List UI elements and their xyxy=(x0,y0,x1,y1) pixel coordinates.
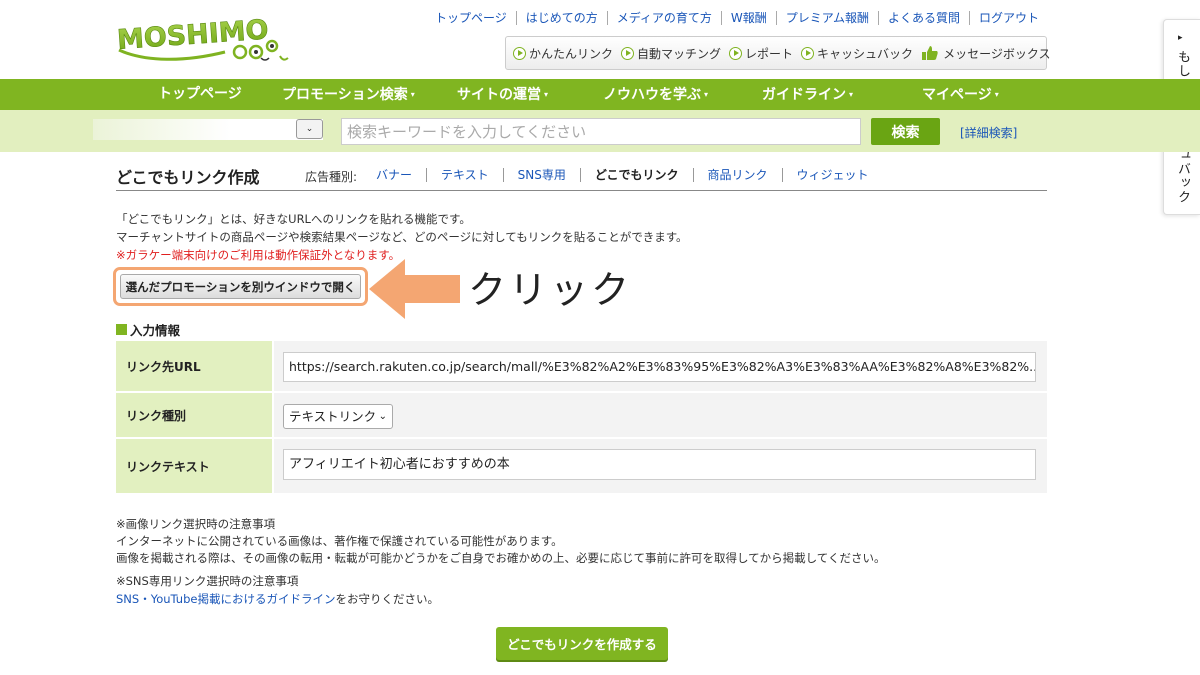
nav-site-management[interactable]: サイトの運営 ▾ xyxy=(457,79,548,110)
arrow-left-icon xyxy=(369,259,460,319)
chevron-down-icon: ⌄ xyxy=(378,411,387,422)
caret-down-icon: ▾ xyxy=(704,90,709,99)
side-tab-arrow-icon: ▸ xyxy=(1178,33,1183,43)
top-link-logout[interactable]: ログアウト xyxy=(968,11,1048,25)
description-line-2: マーチャントサイトの商品ページや検索結果ページなど、どのページに対してもリンクを… xyxy=(116,230,688,244)
play-circle-icon xyxy=(729,46,743,60)
chevron-down-icon[interactable]: ⌄ xyxy=(296,119,323,139)
quick-link-easy[interactable]: かんたんリンク xyxy=(513,45,613,62)
page-title: どこでもリンク作成 xyxy=(116,168,260,187)
green-square-icon xyxy=(116,324,127,335)
nav-top[interactable]: トップページ xyxy=(158,79,242,110)
nav-knowhow[interactable]: ノウハウを学ぶ ▾ xyxy=(603,79,708,110)
top-link-faq[interactable]: よくある質問 xyxy=(877,11,969,25)
caret-down-icon: ▾ xyxy=(994,90,999,99)
form-row-link-type: リンク種別 テキストリンク ⌄ xyxy=(116,393,1047,439)
search-button[interactable]: 検索 xyxy=(871,118,940,145)
form-row-link-text: リンクテキスト アフィリエイト初心者におすすめの本 xyxy=(116,439,1047,493)
play-circle-icon xyxy=(801,46,815,60)
tab-widget[interactable]: ウィジェット xyxy=(781,168,883,182)
ad-type-tabs: バナー テキスト SNS専用 どこでもリンク 商品リンク ウィジェット xyxy=(362,168,883,182)
tab-dokodemo-link[interactable]: どこでもリンク xyxy=(579,168,693,182)
top-link-beginners[interactable]: はじめての方 xyxy=(515,11,607,25)
input-form-table: リンク先URL https://search.rakuten.co.jp/sea… xyxy=(116,341,1047,493)
search-category-select[interactable] xyxy=(93,119,323,140)
image-note-title: ※画像リンク選択時の注意事項 xyxy=(116,517,276,531)
sns-note-title: ※SNS専用リンク選択時の注意事項 xyxy=(116,574,299,588)
moshimo-logo[interactable]: MOSHIMO xyxy=(115,12,290,68)
label-link-text: リンクテキスト xyxy=(116,439,272,493)
description-line-1: 「どこでもリンク」とは、好きなURLへのリンクを貼れる機能です。 xyxy=(116,212,471,226)
message-box-link[interactable]: メッセージボックス xyxy=(921,45,1050,62)
open-window-highlight: 選んだプロモーションを別ウインドウで開く xyxy=(113,267,368,306)
image-note-line-2: 画像を掲載される際は、その画像の転用・転載が可能かどうかをご自身でお確かめの上、… xyxy=(116,551,886,565)
tab-banner[interactable]: バナー xyxy=(362,168,426,182)
caret-down-icon: ▾ xyxy=(544,90,549,99)
ad-type-label: 広告種別: xyxy=(305,170,358,184)
nav-promotion-search[interactable]: プロモーション検索 ▾ xyxy=(282,79,415,110)
tab-text[interactable]: テキスト xyxy=(426,168,503,182)
search-bar: ⌄ 検索 [詳細検索] xyxy=(0,110,1200,152)
top-link-w-reward[interactable]: W報酬 xyxy=(720,11,776,25)
title-divider xyxy=(116,190,1047,191)
top-link-premium[interactable]: プレミアム報酬 xyxy=(775,11,878,25)
advanced-search-link[interactable]: [詳細検索] xyxy=(960,124,1017,141)
caret-down-icon: ▾ xyxy=(410,90,415,99)
sns-note-line: SNS・YouTube掲載におけるガイドラインをお守りください。 xyxy=(116,592,439,606)
top-links: トップページ はじめての方 メディアの育て方 W報酬 プレミアム報酬 よくある質… xyxy=(426,11,1048,25)
nav-mypage[interactable]: マイページ ▾ xyxy=(922,79,999,110)
play-circle-icon xyxy=(513,46,526,60)
form-row-url: リンク先URL https://search.rakuten.co.jp/sea… xyxy=(116,341,1047,393)
tab-product-link[interactable]: 商品リンク xyxy=(692,168,782,182)
quick-link-report[interactable]: レポート xyxy=(729,45,793,62)
sns-guideline-link[interactable]: SNS・YouTube掲載におけるガイドライン xyxy=(116,592,335,606)
main-nav: トップページ プロモーション検索 ▾ サイトの運営 ▾ ノウハウを学ぶ ▾ ガイドライ… xyxy=(0,79,1200,110)
image-note-line-1: インターネットに公開されている画像は、著作権で保護されている可能性があります。 xyxy=(116,534,563,548)
quick-links-box: かんたんリンク 自動マッチング レポート キャッシュバック メッセージボックス xyxy=(505,36,1050,70)
create-link-button[interactable]: どこでもリンクを作成する xyxy=(496,627,668,660)
open-window-button[interactable]: 選んだプロモーションを別ウインドウで開く xyxy=(120,274,361,299)
link-url-field[interactable]: https://search.rakuten.co.jp/search/mall… xyxy=(283,352,1036,382)
search-input[interactable] xyxy=(341,118,861,145)
label-link-url: リンク先URL xyxy=(116,341,272,391)
click-annotation: クリック xyxy=(468,268,633,312)
input-section-heading: 入力情報 xyxy=(116,320,180,339)
link-text-field[interactable]: アフィリエイト初心者におすすめの本 xyxy=(283,449,1036,480)
thumbs-up-icon xyxy=(922,46,938,60)
top-link-media[interactable]: メディアの育て方 xyxy=(606,11,721,25)
caret-down-icon: ▾ xyxy=(849,90,854,99)
warning-text: ※ガラケー端末向けのご利用は動作保証外となります。 xyxy=(116,248,401,262)
quick-link-matching[interactable]: 自動マッチング xyxy=(621,45,721,62)
quick-link-cashback[interactable]: キャッシュバック xyxy=(801,45,913,62)
tab-sns[interactable]: SNS専用 xyxy=(502,168,580,182)
top-link-top[interactable]: トップページ xyxy=(426,11,516,25)
play-circle-icon xyxy=(621,46,635,60)
link-type-select[interactable]: テキストリンク ⌄ xyxy=(283,404,393,429)
nav-guideline[interactable]: ガイドライン ▾ xyxy=(762,79,853,110)
label-link-type: リンク種別 xyxy=(116,393,272,437)
